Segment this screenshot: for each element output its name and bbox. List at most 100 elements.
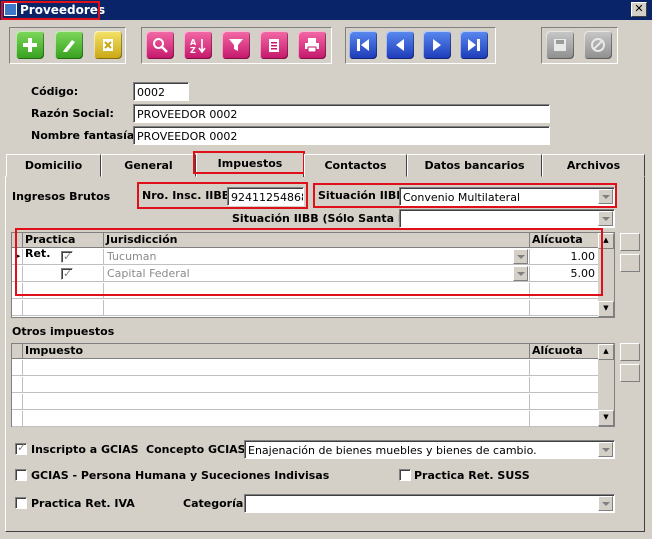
practica-checkbox[interactable] — [61, 249, 73, 264]
tab-archivos[interactable]: Archivos — [542, 154, 645, 177]
codigo-field[interactable]: 0002 — [133, 82, 189, 101]
impuesto-cell[interactable] — [23, 394, 530, 410]
alicuota-cell[interactable]: 5.00 — [530, 266, 599, 282]
report-button[interactable] — [260, 31, 288, 59]
table-row[interactable]: Capital Federal 5.00 — [12, 266, 599, 282]
chevron-down-icon[interactable] — [598, 442, 613, 457]
delete-row-button[interactable] — [620, 254, 640, 272]
sort-button[interactable]: AZ — [184, 31, 212, 59]
filter-button[interactable] — [222, 31, 250, 59]
codigo-label: Código: — [31, 85, 79, 98]
practica-cell[interactable] — [23, 266, 104, 282]
grid-scrollbar[interactable]: ▲ ▼ — [598, 344, 614, 426]
practica-cell[interactable] — [23, 300, 104, 316]
concepto-gcias-select[interactable]: Enajenación de bienes muebles y bienes d… — [244, 440, 615, 459]
situacion-sf-select[interactable] — [399, 209, 615, 228]
chevron-down-icon[interactable] — [513, 249, 528, 264]
grid-header-practica[interactable]: Practica Ret. — [23, 233, 104, 260]
alicuota-cell[interactable] — [530, 300, 599, 316]
tab-contactos[interactable]: Contactos — [304, 154, 407, 177]
print-button[interactable] — [298, 31, 326, 59]
jurisdiccion-cell[interactable]: Tucuman — [104, 249, 530, 265]
previous-record-button[interactable] — [386, 31, 414, 59]
table-row[interactable] — [12, 411, 599, 427]
magnifier-icon — [153, 38, 168, 53]
search-button[interactable] — [146, 31, 174, 59]
chevron-down-icon[interactable] — [598, 211, 613, 226]
jurisdiccion-cell[interactable] — [104, 283, 530, 299]
nro-insc-field[interactable]: 92411254868 — [227, 187, 304, 206]
grid-header-alicuota[interactable]: Alícuota — [530, 233, 599, 248]
first-record-button[interactable] — [349, 31, 377, 59]
row-indicator — [12, 411, 23, 427]
delete-row-button[interactable] — [620, 364, 640, 382]
scroll-down-icon[interactable]: ▼ — [598, 301, 614, 317]
impuesto-cell[interactable] — [23, 411, 530, 427]
razon-social-label: Razón Social: — [31, 107, 114, 120]
concepto-gcias-value: Enajenación de bienes muebles y bienes d… — [248, 444, 537, 457]
situacion-iibb-select[interactable]: Convenio Multilateral — [399, 187, 615, 206]
scroll-up-icon[interactable]: ▲ — [598, 233, 614, 249]
otros-impuestos-label: Otros impuestos — [12, 325, 115, 338]
cancel-button[interactable] — [584, 31, 612, 59]
table-row[interactable] — [12, 300, 599, 316]
nro-insc-label: Nro. Insc. IIBB: — [142, 189, 235, 202]
chevron-down-icon[interactable] — [598, 496, 613, 511]
nombre-fantasia-field[interactable]: PROVEEDOR 0002 — [133, 126, 550, 145]
gcias-persona-humana-checkbox[interactable] — [15, 469, 27, 481]
alicuota-cell[interactable] — [530, 360, 599, 376]
practica-iva-label: Practica Ret. IVA — [31, 497, 135, 510]
table-row[interactable] — [12, 360, 599, 376]
tab-general[interactable]: General — [101, 154, 196, 177]
chevron-down-icon[interactable] — [598, 189, 613, 204]
table-row[interactable] — [12, 394, 599, 410]
alicuota-cell[interactable] — [530, 394, 599, 410]
table-row[interactable] — [12, 283, 599, 299]
add-row-button[interactable] — [620, 233, 640, 251]
practica-cell[interactable] — [23, 283, 104, 299]
alicuota-cell[interactable] — [530, 411, 599, 427]
categoria-select[interactable] — [244, 494, 615, 513]
jurisdiccion-cell[interactable] — [104, 300, 530, 316]
add-button[interactable] — [16, 31, 44, 59]
impuesto-cell[interactable] — [23, 377, 530, 393]
table-row[interactable]: ▶ Tucuman 1.00 — [12, 249, 599, 265]
clipboard-icon — [269, 39, 279, 52]
jurisdiccion-cell[interactable]: Capital Federal — [104, 266, 530, 282]
delete-button[interactable] — [94, 31, 122, 59]
situacion-iibb-value: Convenio Multilateral — [403, 191, 520, 204]
grid-header-alicuota[interactable]: Alícuota — [530, 344, 599, 359]
scroll-up-icon[interactable]: ▲ — [598, 344, 614, 360]
practica-checkbox[interactable] — [61, 266, 73, 281]
edit-button[interactable] — [55, 31, 83, 59]
tab-impuestos[interactable]: Impuestos — [196, 152, 304, 177]
grid-header-jurisdiccion[interactable]: Jurisdicción — [104, 233, 530, 248]
add-row-button[interactable] — [620, 343, 640, 361]
alicuota-cell[interactable] — [530, 377, 599, 393]
practica-cell[interactable] — [23, 249, 104, 265]
grid-header-impuesto[interactable]: Impuesto — [23, 344, 530, 359]
save-button[interactable] — [546, 31, 574, 59]
alicuota-cell[interactable]: 1.00 — [530, 249, 599, 265]
chevron-down-icon[interactable] — [513, 266, 528, 281]
pencil-icon — [63, 40, 75, 52]
grid-scrollbar[interactable]: ▲ ▼ — [598, 233, 614, 317]
impuesto-cell[interactable] — [23, 360, 530, 376]
practica-suss-checkbox[interactable] — [399, 469, 411, 481]
jurisdicciones-grid[interactable]: Practica Ret. Jurisdicción Alícuota ▶ Tu… — [11, 232, 615, 318]
scroll-down-icon[interactable]: ▼ — [598, 410, 614, 426]
last-record-button[interactable] — [460, 31, 488, 59]
tab-domicilio[interactable]: Domicilio — [6, 154, 101, 177]
next-record-button[interactable] — [423, 31, 451, 59]
close-button[interactable]: ✕ — [631, 2, 647, 17]
last-record-icon — [468, 39, 480, 51]
table-row[interactable] — [12, 377, 599, 393]
inscripto-gcias-checkbox[interactable] — [15, 441, 27, 455]
otros-impuestos-grid[interactable]: Impuesto Alícuota ▲ ▼ — [11, 343, 615, 427]
razon-social-field[interactable]: PROVEEDOR 0002 — [133, 104, 550, 123]
sort-az-icon: AZ — [190, 38, 206, 53]
practica-iva-checkbox[interactable] — [15, 497, 27, 509]
tab-datos-bancarios[interactable]: Datos bancarios — [407, 154, 542, 177]
cancel-icon — [591, 38, 605, 52]
alicuota-cell[interactable] — [530, 283, 599, 299]
